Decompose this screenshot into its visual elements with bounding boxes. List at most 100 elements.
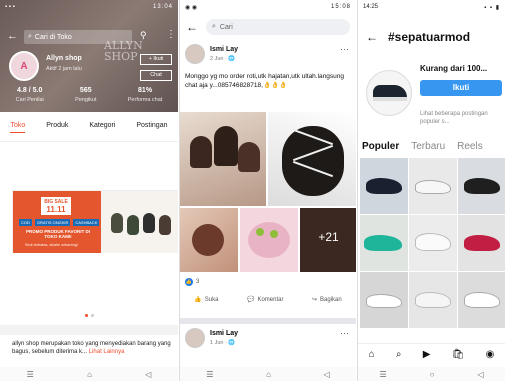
- post-text: Monggo yg mo order roti,utk hajatan,utk …: [185, 73, 344, 89]
- facebook-search-input[interactable]: ⌕ Cari: [206, 19, 350, 35]
- carousel-dot: [91, 314, 94, 317]
- status-bar: 14:25 ▪ ▪ ▮: [358, 0, 505, 14]
- status-icons-right: ▪ ▪ ▮: [484, 4, 500, 11]
- home-icon[interactable]: ⌂: [87, 370, 92, 379]
- shop-tabs: Toko Produk Kategori Postingan: [0, 122, 178, 133]
- pill-cashback: CASHBACK: [73, 219, 100, 226]
- promo-banner[interactable]: BIG SALE 11.11 COD GRATIS ONGKIR CASHBAC…: [12, 190, 178, 253]
- tab-kategori[interactable]: Kategori: [89, 122, 115, 133]
- home-icon[interactable]: ⌂: [369, 349, 375, 360]
- hashtag-hint: Lihat beberapa postingan populer s...: [420, 111, 488, 125]
- globe-icon: 🌐: [228, 340, 236, 346]
- post-date: 1 Jun · 🌐: [210, 340, 235, 346]
- grid-post[interactable]: [409, 158, 457, 214]
- status-icons-left: ◉ ◉: [185, 4, 198, 11]
- post-count: Kurang dari 100...: [420, 64, 488, 73]
- reactions-summary[interactable]: 👍 3: [185, 278, 199, 286]
- photo-cakes-2[interactable]: [268, 112, 356, 206]
- android-nav-bar: ☰ ○ ◁: [358, 367, 505, 381]
- grid-post[interactable]: [409, 215, 457, 271]
- chat-button[interactable]: Chat: [140, 70, 172, 81]
- share-icon: ↪: [312, 297, 318, 303]
- author-name[interactable]: Ismi Lay: [210, 330, 238, 337]
- post-date-text: 2 Jun ·: [210, 56, 229, 62]
- grid-post[interactable]: [458, 158, 505, 214]
- grid-post[interactable]: [458, 272, 505, 328]
- hashtag-tabs: Populer Terbaru Reels: [362, 141, 505, 152]
- grid-post[interactable]: [360, 158, 408, 214]
- tab-postingan[interactable]: Postingan: [136, 122, 167, 133]
- share-button[interactable]: ↪ Bagikan: [312, 296, 342, 304]
- stat-label: Cari Penilai: [15, 97, 44, 103]
- stat-label: Performa chat: [127, 97, 163, 103]
- banner-product-image: [101, 191, 178, 253]
- search-placeholder: Cari: [219, 23, 233, 31]
- post-date-text: 1 Jun ·: [210, 340, 229, 346]
- shop-bag-icon[interactable]: 🛍: [452, 349, 465, 360]
- grid-post[interactable]: [360, 215, 408, 271]
- photo-more[interactable]: +21: [300, 208, 356, 272]
- search-icon[interactable]: ⌕: [396, 349, 402, 360]
- shop-header: ▪ ▪ ▪ 13:04 ← ⌕ Cari di Toko ⚲ ⋮ ALLYN S…: [0, 0, 178, 112]
- sale-date: 11.11: [46, 205, 66, 214]
- home-icon[interactable]: ⌂: [266, 370, 271, 379]
- author-avatar[interactable]: [185, 328, 205, 348]
- tab-terbaru[interactable]: Terbaru: [411, 141, 445, 152]
- back-icon[interactable]: ◁: [477, 370, 483, 379]
- status-time: 14:25: [363, 4, 379, 10]
- shop-avatar[interactable]: A: [9, 51, 39, 81]
- grid-post[interactable]: [458, 215, 505, 271]
- recent-apps-icon[interactable]: ☰: [379, 370, 386, 379]
- shop-name[interactable]: Allyn shop: [46, 55, 82, 62]
- tab-produk[interactable]: Produk: [46, 122, 68, 133]
- sandal-image: [159, 215, 171, 235]
- see-more-link[interactable]: Lihat Lainnya: [89, 349, 125, 355]
- profile-avatar-icon[interactable]: ◉: [486, 349, 495, 360]
- comment-button[interactable]: 💬 Komentar: [246, 296, 284, 304]
- author-name[interactable]: Ismi Lay: [210, 46, 238, 53]
- status-time: 15:08: [330, 4, 351, 10]
- status-bar: ◉ ◉ 15:08: [180, 0, 356, 14]
- photo-pudding[interactable]: [240, 208, 298, 272]
- follow-button[interactable]: + Ikuti: [140, 54, 172, 65]
- back-arrow-icon[interactable]: ←: [7, 30, 18, 42]
- android-nav-bar: ☰ ⌂ ◁: [0, 367, 178, 381]
- more-menu-icon[interactable]: ⋮: [166, 29, 176, 40]
- stat-value: 565: [79, 87, 92, 94]
- home-icon[interactable]: ○: [430, 370, 435, 379]
- post-photo-grid[interactable]: +21: [180, 112, 356, 272]
- author-avatar[interactable]: [185, 44, 205, 64]
- photo-cakes[interactable]: [180, 112, 266, 206]
- like-button[interactable]: 👍 Suka: [194, 296, 218, 304]
- tab-reels[interactable]: Reels: [457, 141, 483, 152]
- promo-headline: PROMO PRODUK FAVORIT DI TOKO KAMI!: [26, 229, 90, 239]
- comment-label: Komentar: [257, 296, 284, 303]
- section-separator: [0, 325, 178, 335]
- recent-apps-icon[interactable]: ☰: [27, 370, 34, 379]
- sandal-image: [127, 215, 139, 235]
- back-icon[interactable]: ◁: [324, 370, 330, 379]
- recent-apps-icon[interactable]: ☰: [206, 370, 213, 379]
- search-icon: ⌕: [28, 33, 32, 40]
- comment-icon: 💬: [246, 297, 255, 303]
- back-icon[interactable]: ◁: [145, 370, 151, 379]
- post-more-icon[interactable]: ···: [340, 328, 349, 338]
- back-arrow-icon[interactable]: ←: [366, 30, 378, 44]
- photo-tart[interactable]: [180, 208, 238, 272]
- facebook-screen: ◉ ◉ 15:08 ← ⌕ Cari Ismi Lay 2 Jun · 🌐 ··…: [179, 0, 356, 381]
- stat-rating: 4.8 / 5.0 Cari Penilai: [16, 87, 44, 103]
- tab-toko[interactable]: Toko: [10, 122, 26, 133]
- post-more-icon[interactable]: ···: [340, 44, 349, 54]
- grid-post[interactable]: [360, 272, 408, 328]
- shop-active-status: Aktif 2 jam lalu: [46, 66, 82, 72]
- reels-icon[interactable]: ▶: [423, 349, 431, 360]
- grid-post[interactable]: [409, 272, 457, 328]
- tab-populer[interactable]: Populer: [362, 141, 399, 152]
- post-actions: 👍 Suka 💬 Komentar ↪ Bagikan: [180, 296, 356, 304]
- screenshot-collage: ▪ ▪ ▪ 13:04 ← ⌕ Cari di Toko ⚲ ⋮ ALLYN S…: [0, 0, 505, 381]
- back-arrow-icon[interactable]: ←: [186, 20, 198, 34]
- stat-value: 4.8 / 5.0: [17, 87, 43, 94]
- sale-badge: BIG SALE 11.11: [41, 197, 71, 215]
- follow-hashtag-button[interactable]: Ikuti: [420, 80, 502, 96]
- instagram-screen: 14:25 ▪ ▪ ▮ ← #sepatuarmod Kurang dari 1…: [357, 0, 505, 381]
